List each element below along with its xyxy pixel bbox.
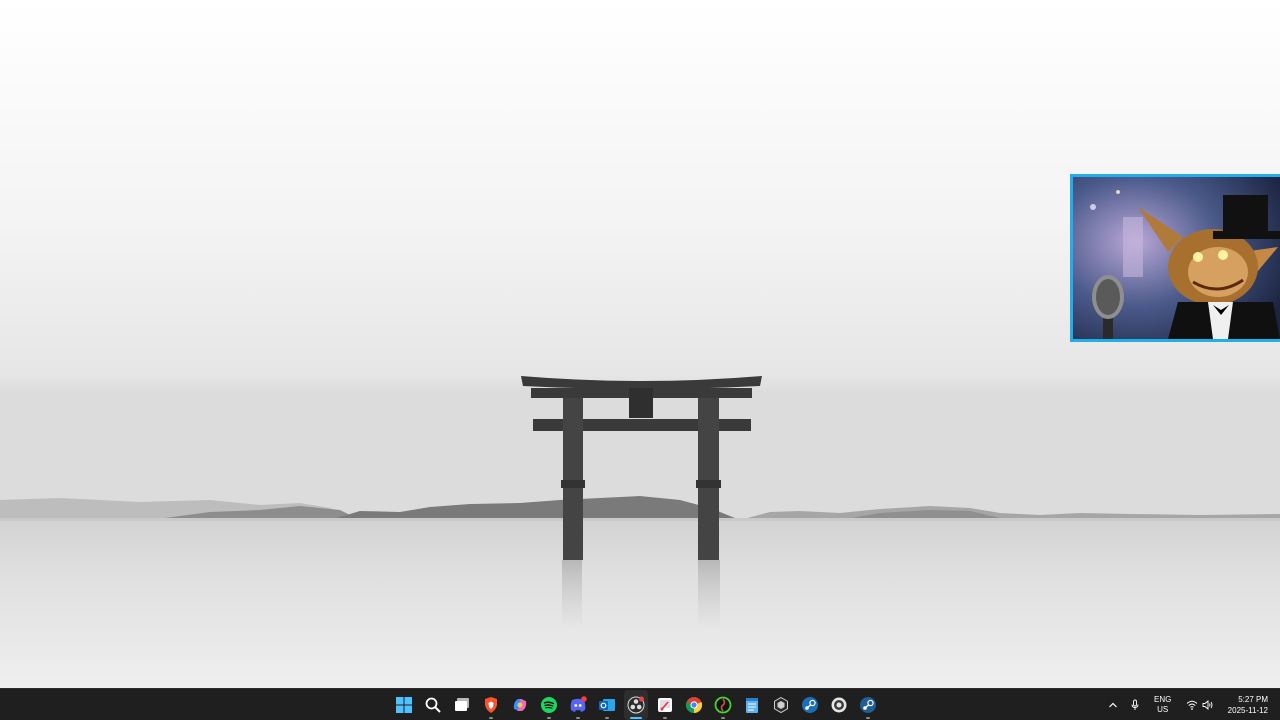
windows-start-icon xyxy=(396,697,412,713)
language-code: ENG xyxy=(1154,695,1172,704)
taskbar-app-discord[interactable] xyxy=(566,690,590,720)
clock-time: 5:27 PM xyxy=(1238,695,1268,704)
brave-browser-icon xyxy=(485,697,497,713)
volume-icon xyxy=(1202,700,1213,710)
running-indicator xyxy=(576,717,580,719)
taskbar-app-steam-2[interactable] xyxy=(856,690,880,720)
microphone-icon xyxy=(1131,699,1139,710)
task-view-button[interactable] xyxy=(450,690,474,720)
outlook-mail-icon xyxy=(599,699,615,711)
running-indicator xyxy=(547,717,551,719)
steam-icon xyxy=(802,697,818,713)
clock-date-button[interactable]: 5:27 PM 2025-11-12 xyxy=(1220,689,1280,720)
taskbar-app-streamlabs[interactable] xyxy=(827,690,851,720)
taskbar-app-notepad[interactable] xyxy=(740,690,764,720)
search-button[interactable] xyxy=(421,690,445,720)
show-hidden-icons-button[interactable] xyxy=(1102,689,1124,720)
running-indicator xyxy=(605,717,609,719)
running-indicator xyxy=(866,717,870,719)
taskbar-app-chrome[interactable] xyxy=(682,690,706,720)
razer-synapse-icon xyxy=(714,696,732,714)
language-region: US xyxy=(1157,705,1169,714)
quick-settings-button[interactable] xyxy=(1180,689,1220,720)
taskbar-app-copilot[interactable] xyxy=(508,690,532,720)
taskbar-app-snipping-tool[interactable] xyxy=(653,690,677,720)
unity-hub-icon xyxy=(774,696,788,714)
notepad-icon xyxy=(746,698,758,713)
taskbar: ENG US 5:27 PM 2025-11-12 xyxy=(0,688,1280,720)
taskbar-app-spotify[interactable] xyxy=(537,690,561,720)
task-view-icon xyxy=(455,698,469,711)
microphone-button[interactable] xyxy=(1124,689,1146,720)
taskbar-app-outlook[interactable] xyxy=(595,690,619,720)
start-button[interactable] xyxy=(392,690,416,720)
taskbar-app-steam[interactable] xyxy=(798,690,822,720)
running-indicator xyxy=(663,717,667,719)
search-icon xyxy=(425,697,441,713)
obs-studio-icon xyxy=(627,696,645,714)
chrome-icon xyxy=(685,697,703,714)
spotify-icon xyxy=(541,697,557,713)
running-indicator xyxy=(721,717,725,719)
gremlin-video-frame xyxy=(1073,177,1280,339)
wallpaper-image xyxy=(0,0,1280,688)
steam-app-icon xyxy=(860,697,876,713)
clock-date: 2025-11-12 xyxy=(1227,706,1268,715)
taskbar-app-brave[interactable] xyxy=(479,690,503,720)
active-indicator xyxy=(630,717,642,719)
streamlabs-icon xyxy=(831,697,847,713)
snipping-tool-icon xyxy=(658,698,672,712)
taskbar-app-obs[interactable] xyxy=(624,690,648,720)
input-language-indicator[interactable]: ENG US xyxy=(1146,689,1180,720)
taskbar-apps xyxy=(392,689,880,720)
wifi-icon xyxy=(1186,700,1198,710)
discord-icon xyxy=(570,696,587,712)
taskbar-app-razer[interactable] xyxy=(711,690,735,720)
desktop[interactable] xyxy=(0,0,1280,688)
running-indicator xyxy=(489,717,493,719)
system-tray: ENG US 5:27 PM 2025-11-12 xyxy=(1102,689,1280,720)
chevron-up-icon xyxy=(1108,702,1117,708)
taskbar-app-unity-hub[interactable] xyxy=(769,690,793,720)
copilot-icon xyxy=(513,699,527,711)
video-pip-window[interactable] xyxy=(1070,174,1280,342)
